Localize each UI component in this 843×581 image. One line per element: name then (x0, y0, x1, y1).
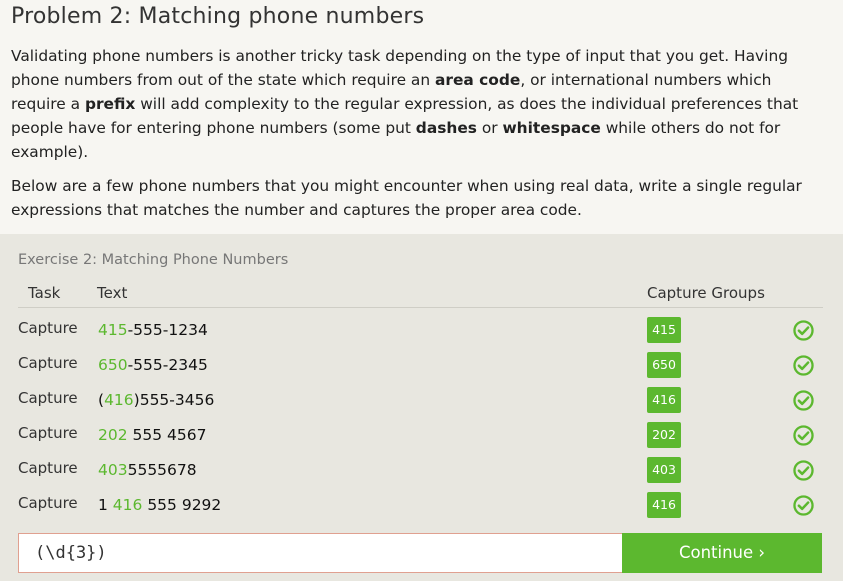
exercise-panel: Exercise 2: Matching Phone Numbers Task … (0, 234, 843, 581)
phone-number-text: 4035555678 (98, 461, 197, 479)
phone-number-part: -555-2345 (127, 356, 208, 374)
table-row: Capture 202 555 4567 202 (18, 421, 823, 456)
header-task: Task (28, 284, 61, 302)
check-circle-icon (793, 320, 814, 341)
task-label: Capture (18, 494, 78, 512)
task-label: Capture (18, 424, 78, 442)
lesson-paragraph-1: Validating phone numbers is another tric… (11, 44, 831, 164)
continue-button[interactable]: Continue › (622, 533, 822, 573)
capture-group-badge: 415 (647, 317, 681, 343)
phone-number-text: 415-555-1234 (98, 321, 208, 339)
check-circle-icon (793, 355, 814, 376)
phone-number-text: (416)555-3456 (98, 391, 214, 409)
header-capture-groups: Capture Groups (647, 284, 765, 302)
page-title: Problem 2: Matching phone numbers (11, 4, 425, 29)
table-row: Capture 1 416 555 9292 416 (18, 491, 823, 526)
bold-term: dashes (415, 119, 477, 137)
capture-group-badge: 650 (647, 352, 681, 378)
task-label: Capture (18, 459, 78, 477)
matched-area-code: 416 (104, 391, 134, 409)
regex-input[interactable] (18, 533, 623, 573)
phone-number-text: 202 555 4567 (98, 426, 206, 444)
matched-area-code: 416 (112, 496, 143, 514)
table-header: Task Text Capture Groups (18, 282, 823, 308)
matched-area-code: 415 (98, 321, 128, 339)
task-label: Capture (18, 319, 78, 337)
capture-group-badge: 416 (647, 492, 681, 518)
capture-group-badge: 416 (647, 387, 681, 413)
bold-term: area code (435, 71, 521, 89)
phone-number-part: 1 (98, 496, 113, 514)
table-row: Capture 650-555-2345 650 (18, 351, 823, 386)
table-row: Capture (416)555-3456 416 (18, 386, 823, 421)
matched-area-code: 202 (98, 426, 128, 444)
bold-term: prefix (84, 95, 136, 113)
check-circle-icon (793, 425, 814, 446)
matched-area-code: 650 (98, 356, 128, 374)
matched-area-code: 403 (98, 461, 128, 479)
lesson-paragraph-2: Below are a few phone numbers that you m… (11, 177, 802, 219)
lesson-content: Problem 2: Matching phone numbers Valida… (11, 0, 831, 222)
check-circle-icon (793, 390, 814, 411)
phone-number-part: 5555678 (127, 461, 197, 479)
phone-number-part: 555 4567 (127, 426, 207, 444)
table-row: Capture 4035555678 403 (18, 456, 823, 491)
paragraph-text: or (476, 119, 503, 137)
phone-number-part: -555-1234 (127, 321, 208, 339)
exercise-title: Exercise 2: Matching Phone Numbers (18, 252, 289, 268)
phone-number-part: 555 9292 (142, 496, 222, 514)
task-label: Capture (18, 354, 78, 372)
phone-number-part: )555-3456 (133, 391, 215, 409)
phone-number-text: 1 416 555 9292 (98, 496, 221, 514)
phone-number-text: 650-555-2345 (98, 356, 208, 374)
table-row: Capture 415-555-1234 415 (18, 316, 823, 351)
capture-group-badge: 202 (647, 422, 681, 448)
header-text: Text (97, 284, 128, 302)
capture-group-badge: 403 (647, 457, 681, 483)
task-label: Capture (18, 389, 78, 407)
check-circle-icon (793, 495, 814, 516)
bold-term: whitespace (502, 119, 601, 137)
check-circle-icon (793, 460, 814, 481)
